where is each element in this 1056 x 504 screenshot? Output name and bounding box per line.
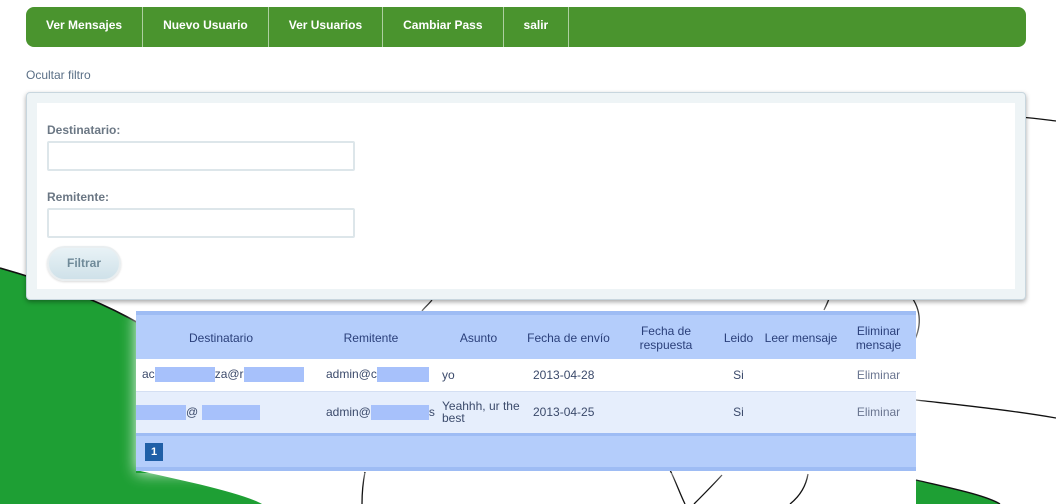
nav-cambiar-pass[interactable]: Cambiar Pass xyxy=(383,7,504,47)
destinatario-text: ac xyxy=(142,367,155,382)
redaction-block xyxy=(136,404,186,420)
cell-remitente: admin@ s xyxy=(306,391,436,433)
table-row: @ admin@ s Yeahhh, ur the best 2013-04-25… xyxy=(136,391,916,433)
remitente-label: Remitente: xyxy=(47,190,110,204)
filter-panel: Destinatario: Remitente: Filtrar xyxy=(26,92,1026,300)
header-leer-mensaje[interactable]: Leer mensaje xyxy=(761,313,841,359)
cell-fecha-respuesta xyxy=(616,359,716,391)
header-asunto[interactable]: Asunto xyxy=(436,313,521,359)
destinatario-label: Destinatario: xyxy=(47,123,121,137)
header-fecha-envio[interactable]: Fecha de envío xyxy=(521,313,616,359)
main-nav: Ver Mensajes Nuevo Usuario Ver Usuarios … xyxy=(26,7,1026,47)
table-header-row: Destinatario Remitente Asunto Fecha de e… xyxy=(136,313,916,359)
eliminar-link[interactable]: Eliminar xyxy=(841,391,916,433)
redaction-block xyxy=(201,404,260,420)
nav-salir[interactable]: salir xyxy=(504,7,570,47)
destinatario-text: @ xyxy=(186,404,202,419)
pagination-bar: 1 xyxy=(136,433,916,471)
nav-ver-usuarios[interactable]: Ver Usuarios xyxy=(269,7,384,47)
filter-form: Destinatario: Remitente: Filtrar xyxy=(37,103,1015,289)
cell-fecha-envio: 2013-04-28 xyxy=(533,367,595,382)
cell-destinatario: @ xyxy=(136,391,306,433)
cell-fecha-envio: 2013-04-25 xyxy=(533,405,595,420)
eliminar-link[interactable]: Eliminar xyxy=(841,359,916,391)
cell-remitente: admin@c xyxy=(306,359,436,391)
redaction-block xyxy=(376,367,429,383)
remitente-text: s xyxy=(428,404,435,419)
cell-fecha-respuesta xyxy=(616,391,716,433)
toggle-filter-link[interactable]: Ocultar filtro xyxy=(26,68,91,82)
header-eliminar-mensaje[interactable]: Eliminar mensaje xyxy=(841,313,916,359)
redaction-block xyxy=(370,404,429,420)
cell-leido: Si xyxy=(733,367,744,382)
redaction-block xyxy=(243,367,304,383)
destinatario-input[interactable] xyxy=(47,141,355,171)
destinatario-text: za@r xyxy=(214,367,244,382)
remitente-input[interactable] xyxy=(47,208,355,238)
table-row: ac za@r admin@c yo 2013-04-28 Si Eliminar xyxy=(136,359,916,391)
nav-nuevo-usuario[interactable]: Nuevo Usuario xyxy=(143,7,269,47)
nav-ver-mensajes[interactable]: Ver Mensajes xyxy=(26,7,144,47)
filtrar-button[interactable]: Filtrar xyxy=(47,246,121,281)
cell-destinatario: ac za@r xyxy=(136,359,306,391)
redaction-block xyxy=(154,367,215,383)
cell-leido: Si xyxy=(733,405,744,420)
header-remitente[interactable]: Remitente xyxy=(306,313,436,359)
remitente-text: admin@c xyxy=(326,367,377,382)
remitente-text: admin@ xyxy=(326,404,371,419)
header-destinatario[interactable]: Destinatario xyxy=(136,313,306,359)
cell-asunto: yo xyxy=(442,367,455,382)
messages-table: Destinatario Remitente Asunto Fecha de e… xyxy=(136,311,916,473)
header-fecha-respuesta[interactable]: Fecha de respuesta xyxy=(616,313,716,359)
cell-leer[interactable] xyxy=(761,359,841,391)
cell-leer[interactable] xyxy=(761,391,841,433)
header-leido[interactable]: Leido xyxy=(716,313,761,359)
cell-asunto: Yeahhh, ur the best xyxy=(442,399,520,426)
page-button-current[interactable]: 1 xyxy=(145,443,163,461)
